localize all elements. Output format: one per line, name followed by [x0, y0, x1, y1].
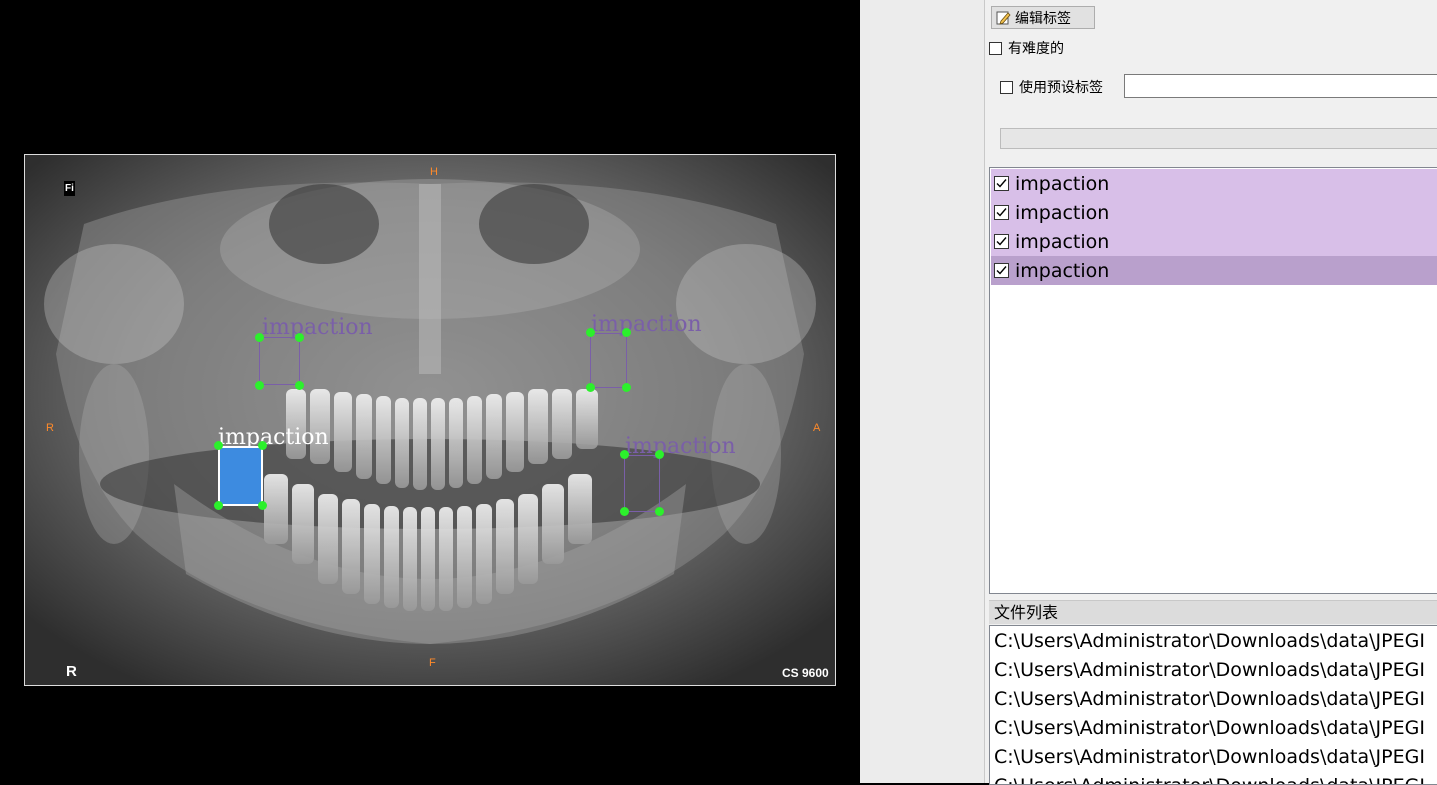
- file-list-item[interactable]: C:\Users\Administrator\Downloads\data\JP…: [994, 714, 1425, 743]
- file-list-item[interactable]: C:\Users\Administrator\Downloads\data\JP…: [994, 743, 1425, 772]
- difficult-checkbox-row[interactable]: 有难度的: [989, 38, 1064, 58]
- use-preset-row[interactable]: 使用预设标签: [1000, 77, 1103, 97]
- file-list-item[interactable]: C:\Users\Administrator\Downloads\data\JP…: [994, 656, 1425, 685]
- label-visible-checkbox[interactable]: [994, 263, 1009, 278]
- xray-model-marker: CS 9600: [782, 666, 829, 680]
- file-list-item[interactable]: C:\Users\Administrator\Downloads\data\JP…: [994, 772, 1425, 784]
- resize-handle[interactable]: [295, 381, 304, 390]
- label-list-item-selected[interactable]: impaction: [991, 256, 1437, 285]
- panoramic-xray-image: [24, 154, 836, 686]
- xray-bottom-marker: F: [429, 657, 436, 669]
- image-canvas[interactable]: Fi R CS 9600 H F R A impaction impaction…: [0, 0, 860, 783]
- label-list-item[interactable]: impaction: [991, 169, 1437, 198]
- edit-pencil-icon: [996, 10, 1011, 25]
- edit-label-button-text: 编辑标签: [1015, 10, 1071, 27]
- bounding-box[interactable]: [590, 333, 627, 388]
- bounding-box[interactable]: [624, 455, 660, 512]
- file-list-title: 文件列表: [989, 600, 1437, 624]
- resize-handle[interactable]: [214, 441, 223, 450]
- bounding-box[interactable]: [259, 337, 300, 385]
- use-preset-checkbox[interactable]: [1000, 80, 1013, 94]
- resize-handle[interactable]: [258, 441, 267, 450]
- xray-right-marker: A: [813, 422, 821, 434]
- resize-handle[interactable]: [655, 507, 664, 516]
- resize-handle[interactable]: [295, 333, 304, 342]
- label-list-item-text: impaction: [1015, 172, 1110, 195]
- label-list-item-text: impaction: [1015, 201, 1110, 224]
- preset-label-input[interactable]: [1124, 74, 1437, 98]
- resize-handle[interactable]: [622, 383, 631, 392]
- use-preset-label: 使用预设标签: [1019, 80, 1103, 96]
- bbox-label: impaction: [262, 315, 373, 340]
- xray-left-marker: R: [46, 422, 54, 434]
- resize-handle[interactable]: [258, 501, 267, 510]
- file-list-item[interactable]: C:\Users\Administrator\Downloads\data\JP…: [994, 685, 1425, 714]
- edit-label-button[interactable]: 编辑标签: [991, 6, 1095, 29]
- xray-r-marker: R: [66, 663, 77, 680]
- label-list-item[interactable]: impaction: [991, 198, 1437, 227]
- label-visible-checkbox[interactable]: [994, 205, 1009, 220]
- progress-bar: [1000, 128, 1437, 149]
- file-list-item[interactable]: C:\Users\Administrator\Downloads\data\JP…: [994, 627, 1425, 656]
- label-list-item-text: impaction: [1015, 230, 1110, 253]
- resize-handle[interactable]: [622, 328, 631, 337]
- label-list-item[interactable]: impaction: [991, 227, 1437, 256]
- resize-handle[interactable]: [255, 381, 264, 390]
- resize-handle[interactable]: [620, 507, 629, 516]
- xray-top-marker: H: [430, 166, 438, 178]
- label-list[interactable]: impaction impaction impaction impaction: [989, 167, 1437, 594]
- resize-handle[interactable]: [620, 450, 629, 459]
- difficult-checkbox[interactable]: [989, 41, 1002, 55]
- resize-handle[interactable]: [586, 328, 595, 337]
- canvas-margin: [860, 0, 984, 783]
- resize-handle[interactable]: [214, 501, 223, 510]
- label-visible-checkbox[interactable]: [994, 176, 1009, 191]
- resize-handle[interactable]: [586, 383, 595, 392]
- xray-fi-marker: Fi: [64, 181, 75, 196]
- selected-bounding-box[interactable]: [218, 446, 263, 506]
- label-panel: 编辑标签 有难度的 使用预设标签 impaction impaction imp…: [984, 0, 1437, 785]
- label-visible-checkbox[interactable]: [994, 234, 1009, 249]
- resize-handle[interactable]: [655, 450, 664, 459]
- difficult-checkbox-label: 有难度的: [1008, 41, 1064, 57]
- label-list-item-text: impaction: [1015, 259, 1110, 282]
- file-list[interactable]: C:\Users\Administrator\Downloads\data\JP…: [989, 625, 1437, 785]
- resize-handle[interactable]: [255, 333, 264, 342]
